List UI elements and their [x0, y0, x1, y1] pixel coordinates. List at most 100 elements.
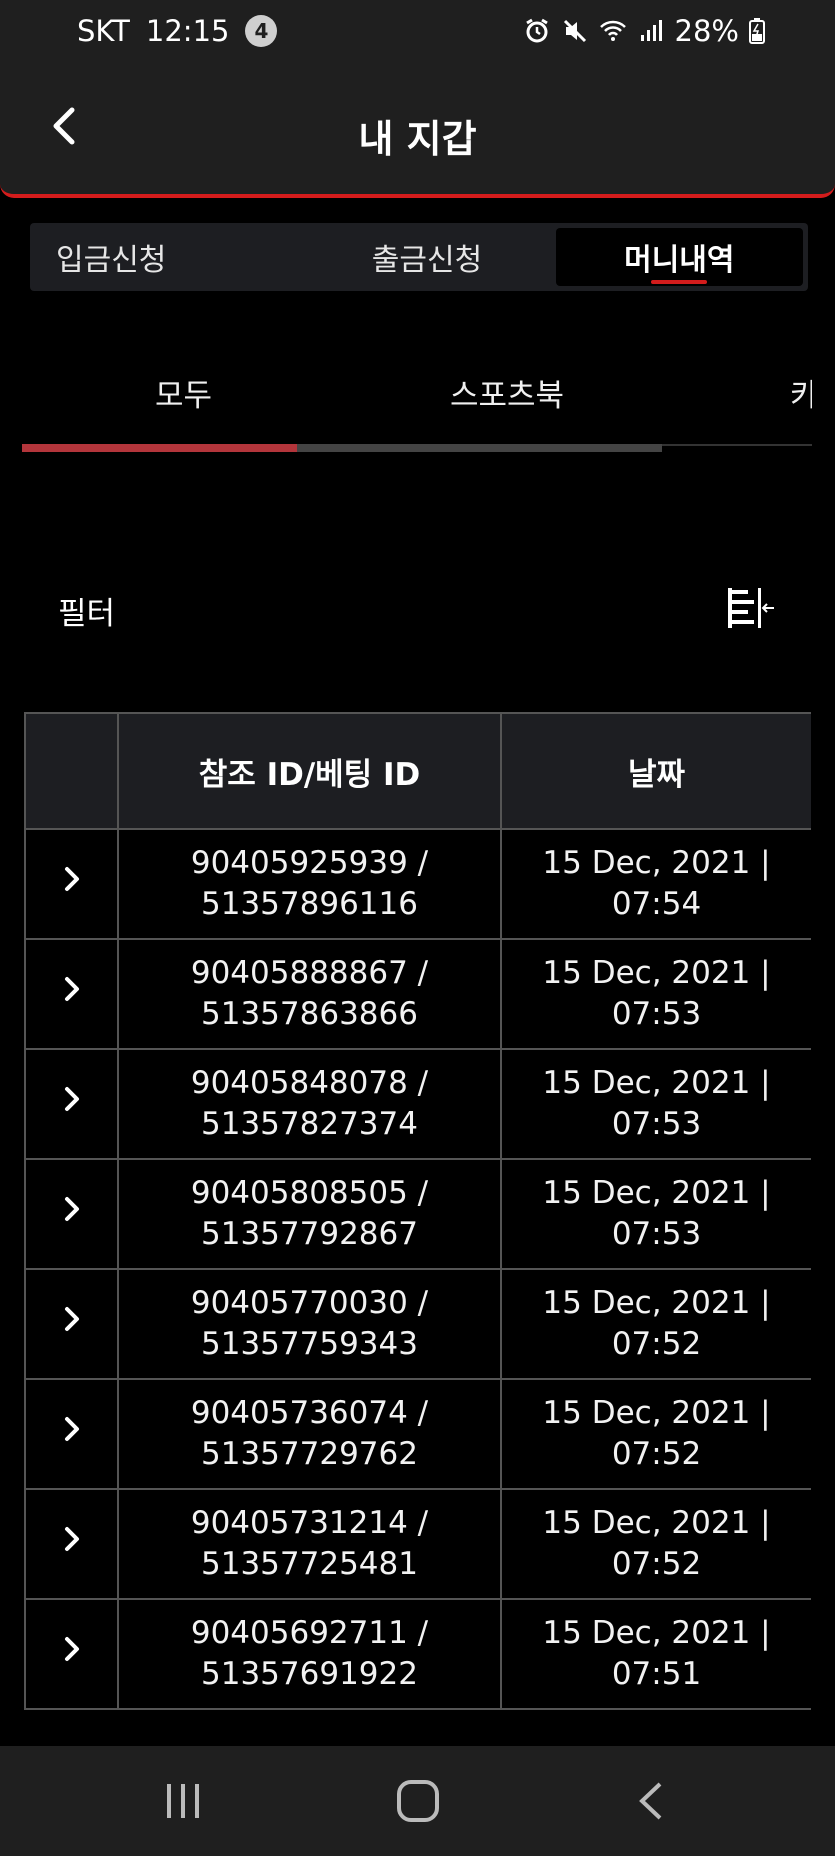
date-cell: 15 Dec, 2021 | 07:52 — [500, 1488, 811, 1600]
expand-cell[interactable] — [24, 1048, 119, 1160]
filter-toggle-icon[interactable] — [726, 586, 776, 630]
chevron-right-icon — [64, 1526, 79, 1551]
time-text: 07:51 — [611, 1656, 702, 1692]
tab-label: 입금신청 — [56, 243, 167, 278]
history-table: 참조 ID/베팅 ID 날짜 90405925939 / 51357896116 1… — [24, 712, 811, 1720]
chevron-right-icon — [64, 1416, 79, 1441]
time-text: 07:53 — [611, 1106, 702, 1142]
bet-id: 51357863866 — [201, 996, 418, 1032]
bet-id: 51357896116 — [201, 886, 418, 922]
reference-cell: 90405888867 / 51357863866 — [117, 938, 502, 1050]
expand-cell[interactable] — [24, 1268, 119, 1380]
time-text: 07:52 — [611, 1546, 702, 1582]
date-text: 15 Dec, 2021 | — [542, 955, 771, 991]
wifi-icon — [599, 20, 626, 41]
chevron-right-icon — [64, 1636, 79, 1661]
carrier-label: SKT — [77, 14, 130, 48]
app-header: 내 지갑 — [0, 62, 835, 198]
mute-icon — [563, 19, 586, 43]
table-header-date: 날짜 — [500, 712, 811, 830]
table-row[interactable]: 90405692711 / 51357691922 15 Dec, 2021 | 07… — [24, 1598, 811, 1710]
signal-icon — [640, 20, 662, 41]
tab-money-history[interactable]: 머니내역 — [555, 228, 803, 286]
date-cell: 15 Dec, 2021 | 07:53 — [500, 1158, 811, 1270]
table-row[interactable]: 90405925939 / 51357896116 15 Dec, 2021 | 07… — [24, 828, 811, 940]
time-text: 07:54 — [611, 886, 702, 922]
bet-id: 51357827374 — [201, 1106, 418, 1142]
table-row[interactable]: 90405736074 / 51357729762 15 Dec, 2021 | 07… — [24, 1378, 811, 1490]
reference-cell: 90405692711 / 51357691922 — [117, 1598, 502, 1710]
tab-withdraw-request[interactable]: 출금신청 — [303, 223, 550, 291]
reference-cell: 90405848078 / 51357827374 — [117, 1048, 502, 1160]
date-text: 15 Dec, 2021 | — [542, 1395, 771, 1431]
date-cell: 15 Dec, 2021 | 07:52 — [500, 1378, 811, 1490]
battery-charging-icon — [749, 18, 765, 44]
date-cell: 15 Dec, 2021 | 07:53 — [500, 938, 811, 1050]
reference-cell: 90405925939 / 51357896116 — [117, 828, 502, 940]
date-text: 15 Dec, 2021 | — [542, 845, 771, 881]
tab-casino[interactable]: 카 — [790, 370, 812, 415]
reference-id: 90405888867 / — [190, 955, 429, 991]
expand-cell[interactable] — [24, 1158, 119, 1270]
expand-cell[interactable] — [24, 1488, 119, 1600]
date-cell: 15 Dec, 2021 | 07:52 — [500, 1268, 811, 1380]
reference-cell: 90405731214 / 51357725481 — [117, 1488, 502, 1600]
recent-apps-icon[interactable] — [153, 1776, 213, 1826]
table-header-expand — [24, 712, 119, 830]
table-row[interactable]: 90405731214 / 51357725481 15 Dec, 2021 | 07… — [24, 1488, 811, 1600]
time-text: 07:53 — [611, 1216, 702, 1252]
clock: 12:15 — [145, 14, 230, 48]
chevron-right-icon — [64, 1306, 79, 1331]
bet-id: 51357691922 — [201, 1656, 418, 1692]
system-back-icon[interactable] — [622, 1776, 682, 1826]
reference-id: 90405848078 / — [190, 1065, 429, 1101]
tab-label: 출금신청 — [371, 243, 483, 278]
date-text: 15 Dec, 2021 | — [542, 1615, 771, 1651]
chevron-right-icon — [64, 866, 79, 891]
table-row[interactable]: 90405808505 / 51357792867 15 Dec, 2021 | 07… — [24, 1158, 811, 1270]
tab-sportsbook[interactable]: 스포츠북 — [450, 370, 564, 415]
expand-cell[interactable] — [24, 938, 119, 1050]
alarm-icon — [525, 18, 548, 43]
battery-percent: 28% — [674, 14, 739, 48]
bet-id: 51357729762 — [201, 1436, 418, 1472]
chevron-right-icon — [64, 1196, 79, 1221]
category-tabs: 모두 스포츠북 카 — [22, 340, 812, 452]
system-nav-bar — [0, 1746, 835, 1856]
bet-id: 51357792867 — [201, 1216, 418, 1252]
chevron-right-icon — [64, 976, 79, 1001]
tab-label: 머니내역 — [624, 243, 735, 278]
tab-scroll-indicator — [22, 444, 298, 452]
date-text: 15 Dec, 2021 | — [542, 1175, 771, 1211]
time-text: 07:53 — [611, 996, 702, 1032]
reference-id: 90405808505 / — [190, 1175, 429, 1211]
reference-cell: 90405770030 / 51357759343 — [117, 1268, 502, 1380]
table-header-reference-id: 참조 ID/베팅 ID — [117, 712, 502, 830]
tab-all[interactable]: 모두 — [155, 370, 212, 415]
time-text: 07:52 — [611, 1326, 702, 1362]
home-icon[interactable] — [388, 1776, 448, 1826]
time-text: 07:52 — [611, 1436, 702, 1472]
expand-cell[interactable] — [24, 1598, 119, 1710]
reference-id: 90405731214 / — [190, 1505, 429, 1541]
reference-cell: 90405736074 / 51357729762 — [117, 1378, 502, 1490]
bet-id: 51357759343 — [201, 1326, 418, 1362]
table-row[interactable]: 90405888867 / 51357863866 15 Dec, 2021 | 07… — [24, 938, 811, 1050]
reference-id: 90405736074 / — [190, 1395, 429, 1431]
date-cell: 15 Dec, 2021 | 07:54 — [500, 828, 811, 940]
table-row[interactable]: 90405770030 / 51357759343 15 Dec, 2021 | 07… — [24, 1268, 811, 1380]
notification-count-badge: 4 — [245, 15, 278, 47]
date-cell: 15 Dec, 2021 | 07:53 — [500, 1048, 811, 1160]
page-title: 내 지갑 — [358, 117, 477, 161]
wallet-tabs: 입금신청 출금신청 머니내역 — [30, 223, 808, 291]
table-header-row: 참조 ID/베팅 ID 날짜 — [24, 712, 811, 830]
expand-cell[interactable] — [24, 1378, 119, 1490]
bet-id: 51357725481 — [201, 1546, 418, 1582]
filter-label: 필터 — [58, 596, 116, 632]
table-row[interactable]: 90405848078 / 51357827374 15 Dec, 2021 | 07… — [24, 1048, 811, 1160]
date-text: 15 Dec, 2021 | — [542, 1505, 771, 1541]
expand-cell[interactable] — [24, 828, 119, 940]
status-bar: SKT 12:15 4 28% — [0, 0, 835, 62]
reference-cell: 90405808505 / 51357792867 — [117, 1158, 502, 1270]
tab-deposit-request[interactable]: 입금신청 — [30, 223, 303, 291]
